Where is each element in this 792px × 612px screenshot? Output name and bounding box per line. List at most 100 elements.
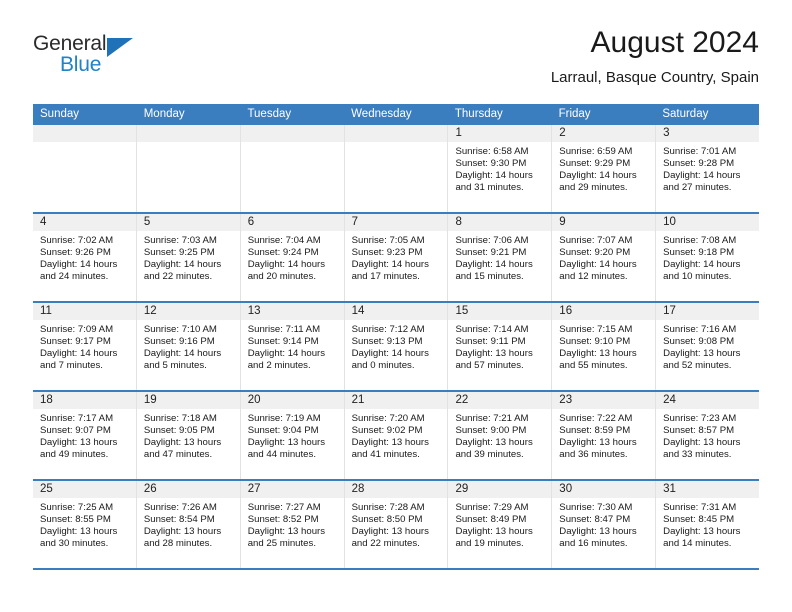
day-number: 15 [448,303,552,320]
calendar-day-cell[interactable]: 30 Sunrise: 7:30 AM Sunset: 8:47 PM Dayligh… [552,481,657,568]
calendar-day-cell[interactable]: 22 Sunrise: 7:21 AM Sunset: 9:00 PM Dayligh… [448,392,553,479]
detail-sunset: Sunset: 8:45 PM [663,513,735,525]
detail-sunrise: Sunrise: 7:18 AM [143,413,217,424]
calendar-day-cell[interactable]: 13 Sunrise: 7:11 AM Sunset: 9:14 PM Dayligh… [240,303,345,390]
detail-sunset: Sunset: 9:07 PM [40,424,111,436]
detail-sunset: Sunset: 9:26 PM [40,246,111,258]
calendar-day-cell[interactable]: 7 Sunrise: 7:05 AM Sunset: 9:23 PM Daylight… [344,214,449,301]
brand-logo[interactable]: General Blue [33,32,163,88]
detail-sunrise: Sunrise: 7:21 AM [455,413,529,424]
day-number: 29 [448,481,552,498]
calendar-day-cell[interactable]: 14 Sunrise: 7:12 AM Sunset: 9:13 PM Dayligh… [344,303,449,390]
detail-daylight-1: Daylight: 14 hours [351,347,429,359]
detail-sunrise: Sunrise: 6:59 AM [559,146,633,157]
triangle-icon [107,38,133,57]
calendar-day-cell[interactable]: 15 Sunrise: 7:14 AM Sunset: 9:11 PM Dayligh… [448,303,553,390]
day-number: 14 [344,303,448,320]
detail-sunrise: Sunrise: 7:08 AM [663,235,737,246]
day-details: Sunrise: 7:20 AM Sunset: 9:02 PM Daylight:… [345,409,448,461]
detail-daylight-2: and 31 minutes. [455,181,524,193]
detail-daylight-2: and 52 minutes. [663,359,732,371]
detail-daylight-2: and 12 minutes. [559,270,628,282]
calendar-day-cell[interactable]: 10 Sunrise: 7:08 AM Sunset: 9:18 PM Dayligh… [656,214,760,301]
calendar-week-row: 25 Sunrise: 7:25 AM Sunset: 8:55 PM Dayligh… [33,479,760,568]
day-details: Sunrise: 7:01 AM Sunset: 9:28 PM Daylight:… [656,142,759,194]
detail-daylight-2: and 41 minutes. [351,448,420,460]
calendar-day-cell[interactable]: 29 Sunrise: 7:29 AM Sunset: 8:49 PM Dayligh… [448,481,553,568]
detail-daylight-1: Daylight: 13 hours [247,525,326,537]
calendar-day-cell[interactable]: 28 Sunrise: 7:28 AM Sunset: 8:50 PM Dayligh… [344,481,449,568]
day-details: Sunrise: 7:14 AM Sunset: 9:11 PM Daylight:… [448,320,551,372]
day-number: 21 [344,392,448,409]
detail-sunrise: Sunrise: 7:02 AM [40,235,114,246]
detail-daylight-2: and 36 minutes. [559,448,628,460]
day-number: 3 [656,125,760,142]
calendar-day-cell[interactable]: 27 Sunrise: 7:27 AM Sunset: 8:52 PM Dayligh… [240,481,345,568]
calendar-day-cell[interactable]: 16 Sunrise: 7:15 AM Sunset: 9:10 PM Dayligh… [552,303,657,390]
detail-sunset: Sunset: 9:02 PM [351,424,423,436]
detail-daylight-2: and 15 minutes. [455,270,524,282]
detail-sunset: Sunset: 9:28 PM [663,157,735,169]
calendar-day-cell[interactable]: 12 Sunrise: 7:10 AM Sunset: 9:16 PM Dayligh… [136,303,241,390]
detail-daylight-2: and 0 minutes. [351,359,415,371]
day-number: 2 [552,125,656,142]
calendar-day-cell[interactable]: 8 Sunrise: 7:06 AM Sunset: 9:21 PM Daylight… [448,214,553,301]
detail-daylight-1: Daylight: 14 hours [351,258,429,270]
calendar-day-cell[interactable]: 25 Sunrise: 7:25 AM Sunset: 8:55 PM Dayligh… [33,481,137,568]
detail-sunset: Sunset: 9:13 PM [351,335,423,347]
detail-daylight-2: and 27 minutes. [663,181,732,193]
calendar-day-cell[interactable]: 17 Sunrise: 7:16 AM Sunset: 9:08 PM Dayligh… [656,303,760,390]
day-details: Sunrise: 7:17 AM Sunset: 9:07 PM Daylight:… [33,409,136,461]
calendar-day-cell[interactable]: 11 Sunrise: 7:09 AM Sunset: 9:17 PM Dayligh… [33,303,137,390]
detail-sunset: Sunset: 8:47 PM [559,513,631,525]
detail-daylight-2: and 7 minutes. [40,359,103,371]
detail-sunrise: Sunrise: 7:04 AM [247,235,321,246]
detail-sunset: Sunset: 8:49 PM [455,513,527,525]
calendar-day-cell[interactable]: 23 Sunrise: 7:22 AM Sunset: 8:59 PM Dayligh… [552,392,657,479]
day-number: 31 [656,481,760,498]
day-details: Sunrise: 7:22 AM Sunset: 8:59 PM Daylight:… [552,409,655,461]
calendar-day-cell[interactable]: 3 Sunrise: 7:01 AM Sunset: 9:28 PM Daylight… [656,125,760,212]
detail-daylight-2: and 10 minutes. [663,270,732,282]
day-number: 11 [33,303,136,320]
detail-sunset: Sunset: 9:05 PM [143,424,215,436]
day-details: Sunrise: 7:26 AM Sunset: 8:54 PM Daylight:… [137,498,240,550]
day-details: Sunrise: 7:30 AM Sunset: 8:47 PM Daylight:… [552,498,655,550]
calendar-cell-empty [33,125,137,212]
detail-sunrise: Sunrise: 7:12 AM [351,324,425,335]
day-details: Sunrise: 7:03 AM Sunset: 9:25 PM Daylight:… [137,231,240,283]
day-number: 6 [240,214,344,231]
day-details: Sunrise: 7:09 AM Sunset: 9:17 PM Daylight:… [33,320,136,372]
calendar-day-cell[interactable]: 9 Sunrise: 7:07 AM Sunset: 9:20 PM Daylight… [552,214,657,301]
calendar-day-cell[interactable]: 4 Sunrise: 7:02 AM Sunset: 9:26 PM Daylight… [33,214,137,301]
calendar-day-cell[interactable]: 19 Sunrise: 7:18 AM Sunset: 9:05 PM Dayligh… [136,392,241,479]
calendar-day-cell[interactable]: 18 Sunrise: 7:17 AM Sunset: 9:07 PM Dayligh… [33,392,137,479]
detail-sunrise: Sunrise: 7:25 AM [40,502,114,513]
calendar-weeks: 1 Sunrise: 6:58 AM Sunset: 9:30 PM Daylight… [33,125,760,568]
detail-daylight-2: and 39 minutes. [455,448,524,460]
detail-sunrise: Sunrise: 7:01 AM [663,146,737,157]
detail-daylight-2: and 24 minutes. [40,270,109,282]
calendar-day-cell[interactable]: 21 Sunrise: 7:20 AM Sunset: 9:02 PM Dayligh… [344,392,449,479]
calendar-day-cell[interactable]: 2 Sunrise: 6:59 AM Sunset: 9:29 PM Daylight… [552,125,657,212]
weekday-header-thursday: Thursday [454,108,503,120]
detail-sunrise: Sunrise: 7:05 AM [351,235,425,246]
calendar-day-cell[interactable]: 31 Sunrise: 7:31 AM Sunset: 8:45 PM Dayligh… [656,481,760,568]
detail-daylight-2: and 33 minutes. [663,448,732,460]
day-details: Sunrise: 7:04 AM Sunset: 9:24 PM Daylight:… [241,231,344,283]
detail-daylight-2: and 22 minutes. [143,270,213,282]
detail-daylight-2: and 17 minutes. [351,270,420,282]
calendar-day-cell[interactable]: 24 Sunrise: 7:23 AM Sunset: 8:57 PM Dayligh… [656,392,760,479]
detail-daylight-1: Daylight: 13 hours [559,436,637,448]
detail-sunrise: Sunrise: 7:28 AM [351,502,425,513]
calendar-day-cell[interactable]: 1 Sunrise: 6:58 AM Sunset: 9:30 PM Daylight… [448,125,553,212]
calendar-day-cell[interactable]: 5 Sunrise: 7:03 AM Sunset: 9:25 PM Daylight… [136,214,241,301]
calendar-day-cell[interactable]: 26 Sunrise: 7:26 AM Sunset: 8:54 PM Dayligh… [136,481,241,568]
calendar-day-cell[interactable]: 20 Sunrise: 7:19 AM Sunset: 9:04 PM Dayligh… [240,392,345,479]
detail-daylight-2: and 2 minutes. [247,359,311,371]
calendar-day-cell[interactable]: 6 Sunrise: 7:04 AM Sunset: 9:24 PM Daylight… [240,214,345,301]
day-details: Sunrise: 7:31 AM Sunset: 8:45 PM Daylight:… [656,498,759,550]
detail-sunset: Sunset: 8:55 PM [40,513,111,525]
day-details: Sunrise: 7:16 AM Sunset: 9:08 PM Daylight:… [656,320,759,372]
day-details: Sunrise: 7:07 AM Sunset: 9:20 PM Daylight:… [552,231,655,283]
